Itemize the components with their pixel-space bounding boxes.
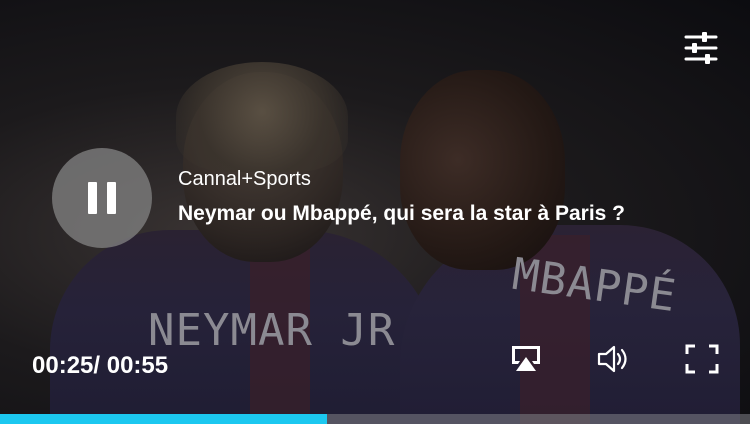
jersey-name-left: NEYMAR JR <box>148 305 396 356</box>
player-left-hair <box>176 62 348 172</box>
fullscreen-icon[interactable] <box>684 343 720 375</box>
volume-icon[interactable] <box>596 343 632 375</box>
progress-bar[interactable] <box>0 414 750 424</box>
pause-icon <box>88 182 97 214</box>
video-title: Neymar ou Mbappé, qui sera la star à Par… <box>178 202 625 225</box>
duration: 00:55 <box>106 352 169 379</box>
pause-button[interactable] <box>52 148 152 248</box>
channel-name: Cannal+Sports <box>178 168 311 190</box>
pause-icon-bar <box>107 182 116 214</box>
video-player[interactable]: NEYMAR JR MBAPPÉ Cannal+Sports Neymar ou… <box>0 0 750 424</box>
settings-sliders-icon[interactable] <box>683 30 719 66</box>
time-display: 00:25/ 00:55 <box>32 352 168 380</box>
player-right-head <box>400 70 565 270</box>
current-time: 00:25/ <box>32 352 101 379</box>
progress-fill <box>0 414 328 424</box>
airplay-icon[interactable] <box>508 343 544 375</box>
